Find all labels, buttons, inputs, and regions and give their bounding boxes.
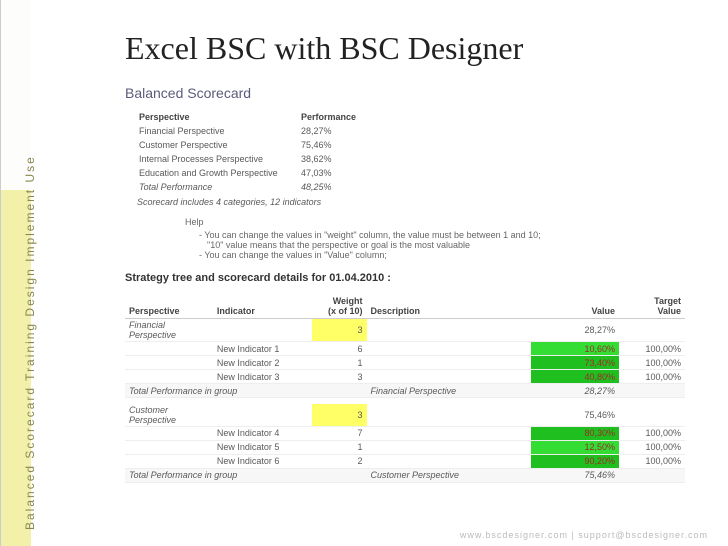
perf-row-label: Customer Perspective (139, 139, 299, 151)
perf-total-value: 48,25% (301, 181, 362, 193)
indicator-weight[interactable]: 7 (312, 426, 367, 440)
perf-row-value: 28,27% (301, 125, 362, 137)
indicator-value[interactable]: 90,20% (531, 454, 619, 468)
indicator-value[interactable]: 12,50% (531, 440, 619, 454)
indicator-value[interactable]: 40,80% (531, 370, 619, 384)
perf-row-label: Financial Perspective (139, 125, 299, 137)
indicator-target: 100,00% (619, 454, 685, 468)
scorecard-summary: Scorecard includes 4 categories, 12 indi… (137, 197, 693, 207)
group-total-value: 75,46% (531, 468, 619, 482)
indicator-target: 100,00% (619, 342, 685, 356)
indicator-weight[interactable]: 3 (312, 370, 367, 384)
th-indicator: Indicator (213, 294, 312, 319)
group-total-label: Total Performance in group (125, 384, 312, 398)
group-name: Customer Perspective (125, 404, 213, 427)
perf-row-value: 47,03% (301, 167, 362, 179)
perf-row-value: 75,46% (301, 139, 362, 151)
group-total-desc: Financial Perspective (367, 384, 532, 398)
indicator-target: 100,00% (619, 370, 685, 384)
perf-hdr-performance: Performance (301, 111, 362, 123)
page-title: Excel BSC with BSC Designer (125, 30, 693, 67)
group-value: 75,46% (531, 404, 619, 427)
indicator-name: New Indicator 5 (213, 440, 312, 454)
perf-row-label: Internal Processes Perspective (139, 153, 299, 165)
group-weight[interactable]: 3 (312, 319, 367, 342)
perf-hdr-perspective: Perspective (139, 111, 299, 123)
sidebar: Balanced Scorecard Training Design Imple… (0, 0, 30, 546)
performance-summary-table: Perspective Performance Financial Perspe… (137, 109, 364, 195)
th-weight: Weight (x of 10) (312, 294, 367, 319)
th-target: Target Value (619, 294, 685, 319)
group-total-label: Total Performance in group (125, 468, 312, 482)
indicator-target: 100,00% (619, 356, 685, 370)
indicator-weight[interactable]: 2 (312, 454, 367, 468)
group-value: 28,27% (531, 319, 619, 342)
footer: www.bscdesigner.com | support@bscdesigne… (460, 530, 708, 540)
details-table: Perspective Indicator Weight (x of 10) D… (125, 294, 685, 488)
help-line: "10" value means that the perspective or… (207, 240, 693, 250)
indicator-name: New Indicator 1 (213, 342, 312, 356)
group-weight[interactable]: 3 (312, 404, 367, 427)
th-description: Description (367, 294, 532, 319)
indicator-target: 100,00% (619, 426, 685, 440)
indicator-value[interactable]: 80,30% (531, 426, 619, 440)
th-value: Value (531, 294, 619, 319)
help-line: You can change the values in "weight" co… (199, 230, 693, 240)
sidebar-label: Balanced Scorecard Training Design Imple… (23, 155, 37, 530)
group-name: Financial Perspective (125, 319, 213, 342)
indicator-value[interactable]: 10,60% (531, 342, 619, 356)
group-total-desc: Customer Perspective (367, 468, 532, 482)
indicator-weight[interactable]: 1 (312, 440, 367, 454)
indicator-value[interactable]: 73,40% (531, 356, 619, 370)
help-line: You can change the values in "Value" col… (199, 250, 693, 260)
section-title: Balanced Scorecard (125, 85, 693, 101)
indicator-name: New Indicator 6 (213, 454, 312, 468)
strategy-heading: Strategy tree and scorecard details for … (125, 272, 693, 284)
page-content: Excel BSC with BSC Designer Balanced Sco… (45, 0, 718, 546)
help-title: Help (185, 217, 693, 227)
th-perspective: Perspective (125, 294, 213, 319)
indicator-name: New Indicator 3 (213, 370, 312, 384)
perf-row-value: 38,62% (301, 153, 362, 165)
indicator-target: 100,00% (619, 440, 685, 454)
group-total-value: 28,27% (531, 384, 619, 398)
help-block: Help You can change the values in "weigh… (185, 217, 693, 260)
indicator-name: New Indicator 4 (213, 426, 312, 440)
perf-total-label: Total Performance (139, 181, 299, 193)
indicator-weight[interactable]: 1 (312, 356, 367, 370)
indicator-name: New Indicator 2 (213, 356, 312, 370)
perf-row-label: Education and Growth Perspective (139, 167, 299, 179)
indicator-weight[interactable]: 6 (312, 342, 367, 356)
